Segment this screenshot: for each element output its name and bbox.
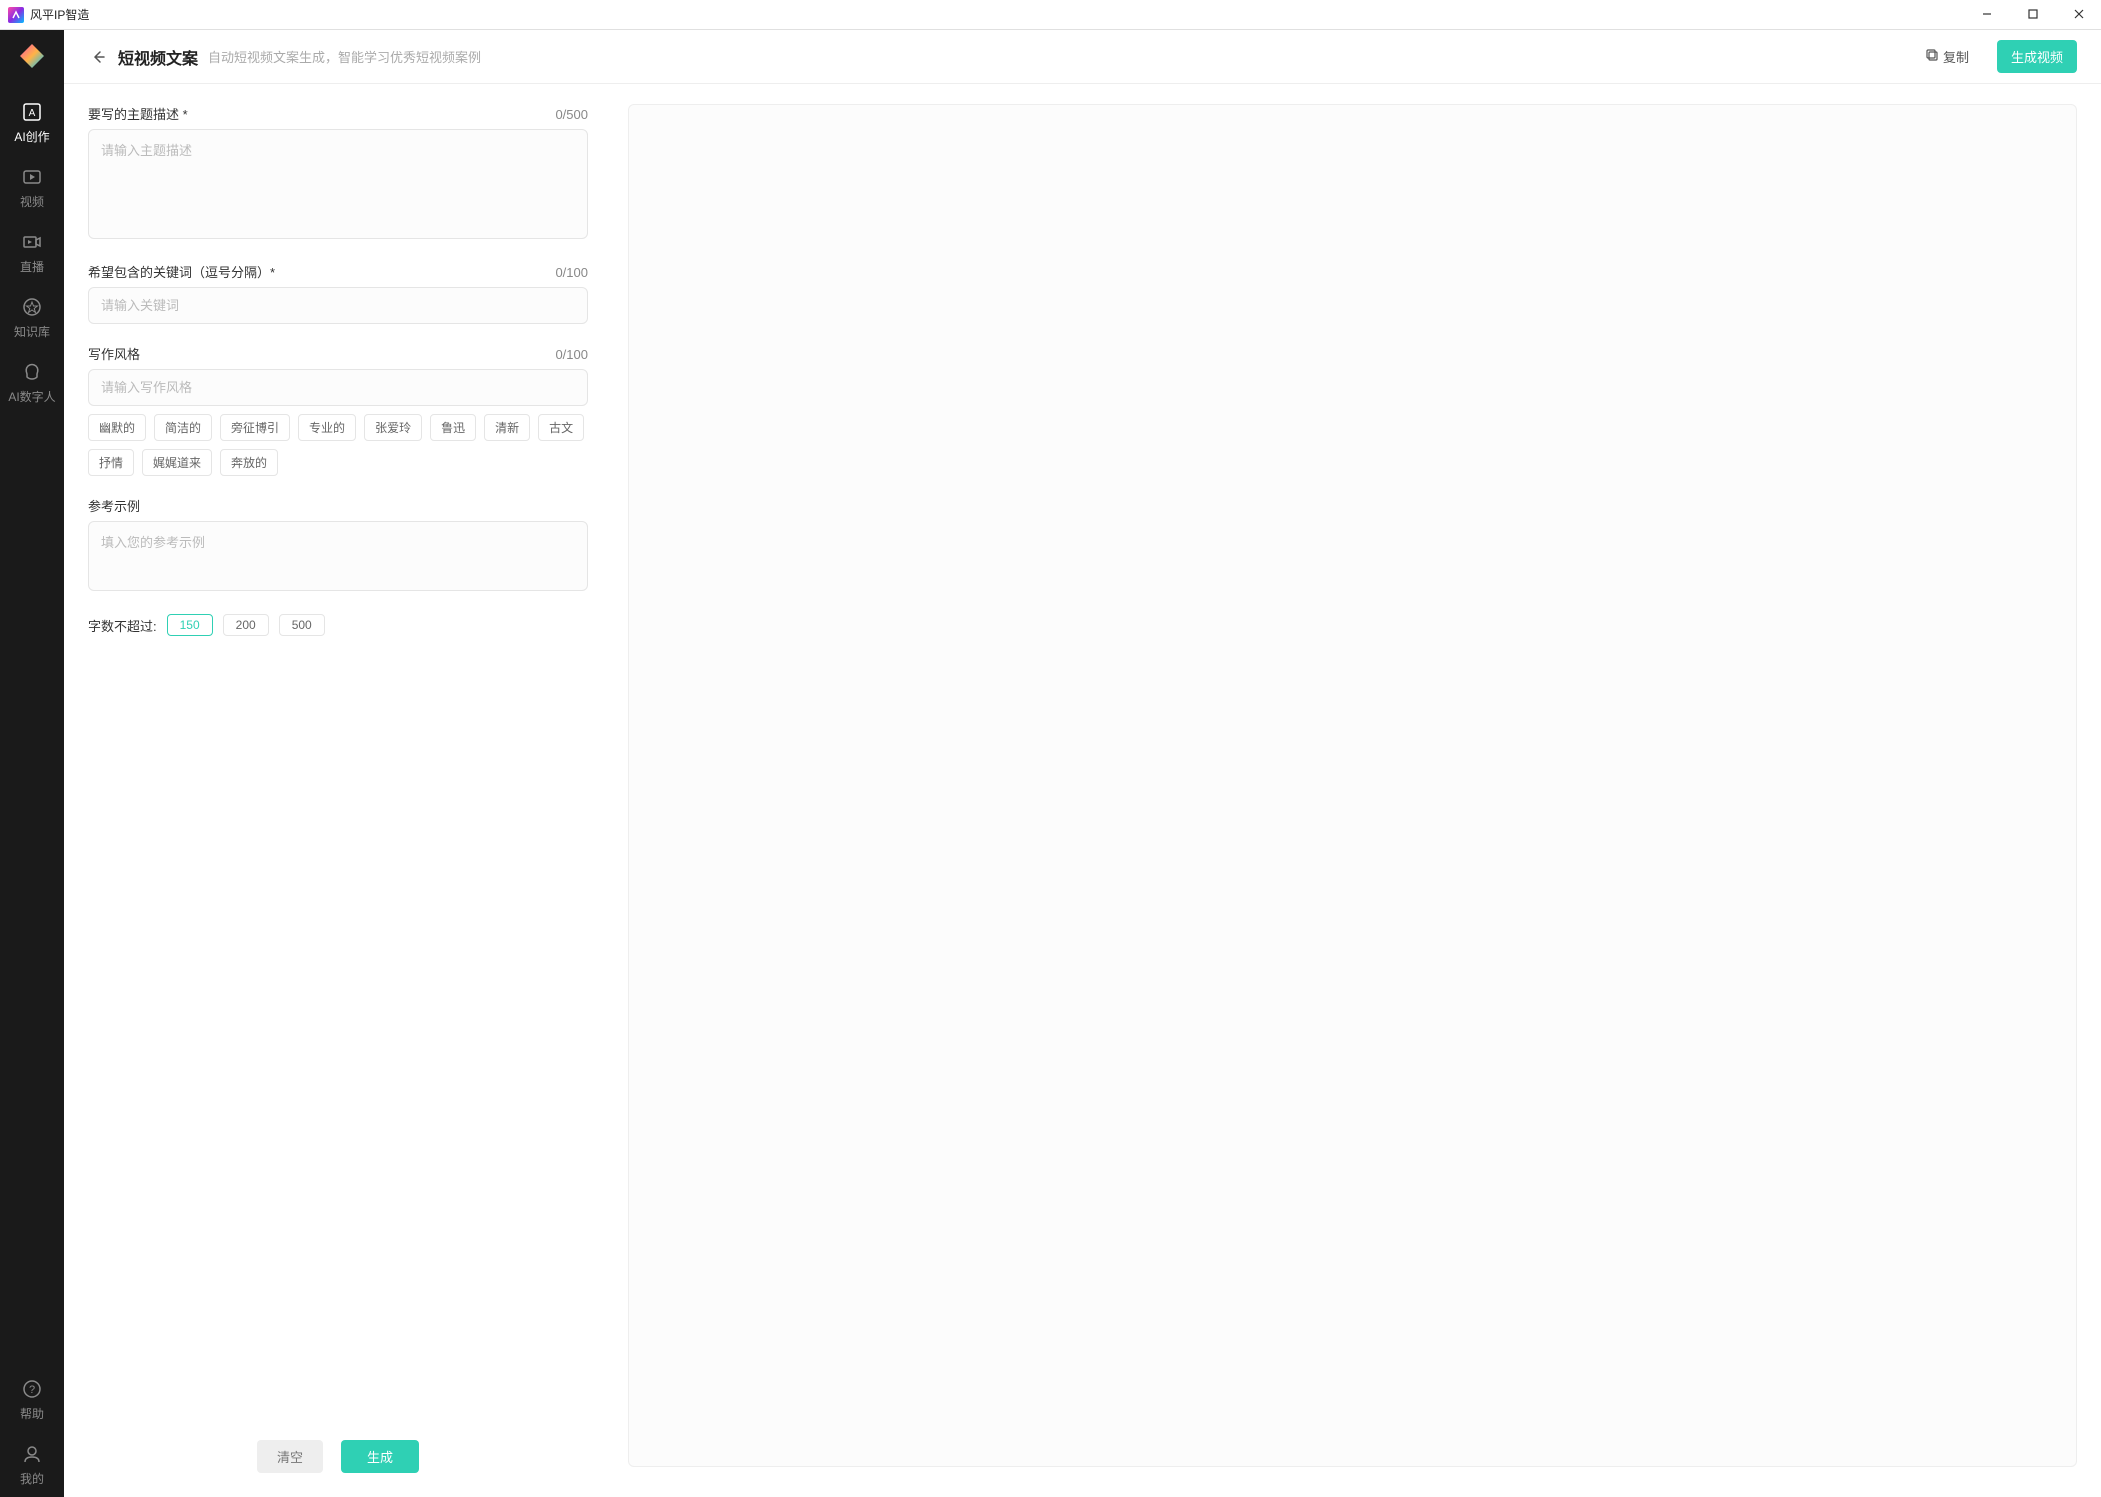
- back-arrow-icon[interactable]: [88, 47, 108, 67]
- window-controls: [1973, 7, 2093, 23]
- style-tag[interactable]: 清新: [484, 414, 530, 441]
- wordlimit-option[interactable]: 150: [167, 614, 213, 636]
- style-tag[interactable]: 鲁迅: [430, 414, 476, 441]
- style-tag[interactable]: 张爱玲: [364, 414, 422, 441]
- ai-create-icon: A: [20, 100, 44, 124]
- sidebar-item-label: AI创作: [14, 128, 49, 145]
- keywords-input[interactable]: [88, 287, 588, 324]
- wordlimit-option[interactable]: 500: [279, 614, 325, 636]
- sidebar-item-ai-avatar[interactable]: AI数字人: [0, 350, 64, 415]
- example-group: 参考示例: [88, 496, 588, 594]
- topic-input[interactable]: [88, 129, 588, 239]
- output-panel: [628, 104, 2077, 1467]
- window-close-icon[interactable]: [2065, 7, 2093, 23]
- style-tag[interactable]: 专业的: [298, 414, 356, 441]
- sidebar-item-label: 视频: [20, 193, 44, 210]
- app-logo-icon: [8, 7, 24, 23]
- app-name: 风平IP智造: [30, 6, 89, 23]
- video-icon: [20, 165, 44, 189]
- page-subtitle: 自动短视频文案生成，智能学习优秀短视频案例: [208, 47, 481, 66]
- style-tag[interactable]: 抒情: [88, 449, 134, 476]
- svg-text:?: ?: [29, 1384, 35, 1396]
- wordlimit-label: 字数不超过:: [88, 616, 157, 635]
- copy-icon: [1925, 48, 1939, 65]
- topic-count: 0/500: [555, 107, 588, 122]
- sidebar-item-profile[interactable]: 我的: [0, 1432, 64, 1497]
- sidebar-item-label: 知识库: [14, 323, 50, 340]
- copy-label: 复制: [1943, 47, 1969, 66]
- head-icon: [20, 360, 44, 384]
- clear-button[interactable]: 清空: [257, 1440, 323, 1473]
- style-group: 写作风格 0/100 幽默的 简洁的 旁征博引 专业的 张爱玲 鲁迅 清新: [88, 344, 588, 476]
- style-tag[interactable]: 奔放的: [220, 449, 278, 476]
- sidebar-item-label: AI数字人: [8, 388, 55, 405]
- keywords-group: 希望包含的关键词（逗号分隔）* 0/100: [88, 262, 588, 324]
- user-icon: [20, 1442, 44, 1466]
- sidebar-item-label: 我的: [20, 1470, 44, 1487]
- example-input[interactable]: [88, 521, 588, 591]
- style-label: 写作风格: [88, 344, 140, 363]
- sidebar-item-label: 帮助: [20, 1405, 44, 1422]
- sidebar: A AI创作 视频 直播 知识库 AI数字人: [0, 30, 64, 1497]
- live-icon: [20, 230, 44, 254]
- generate-video-button[interactable]: 生成视频: [1997, 40, 2077, 73]
- style-tag[interactable]: 旁征博引: [220, 414, 290, 441]
- titlebar-left: 风平IP智造: [8, 6, 89, 23]
- wordlimit-option[interactable]: 200: [223, 614, 269, 636]
- example-label: 参考示例: [88, 496, 140, 515]
- style-tags: 幽默的 简洁的 旁征博引 专业的 张爱玲 鲁迅 清新 古文 抒情 娓娓道来 奔放…: [88, 414, 588, 476]
- style-tag[interactable]: 娓娓道来: [142, 449, 212, 476]
- copy-button[interactable]: 复制: [1917, 43, 1977, 70]
- sidebar-item-help[interactable]: ? 帮助: [0, 1367, 64, 1432]
- keywords-label: 希望包含的关键词（逗号分隔）*: [88, 262, 275, 281]
- sidebar-logo-icon: [16, 40, 48, 72]
- wordlimit-group: 字数不超过: 150 200 500: [88, 614, 588, 636]
- style-tag[interactable]: 古文: [538, 414, 584, 441]
- sidebar-item-knowledge[interactable]: 知识库: [0, 285, 64, 350]
- help-icon: ?: [20, 1377, 44, 1401]
- window-minimize-icon[interactable]: [1973, 7, 2001, 23]
- keywords-count: 0/100: [555, 265, 588, 280]
- style-count: 0/100: [555, 347, 588, 362]
- action-row: 清空 生成: [88, 1426, 588, 1477]
- window-maximize-icon[interactable]: [2019, 7, 2047, 23]
- generate-button[interactable]: 生成: [341, 1440, 419, 1473]
- page-header: 短视频文案 自动短视频文案生成，智能学习优秀短视频案例 复制 生成视频: [64, 30, 2101, 84]
- sidebar-item-ai-create[interactable]: A AI创作: [0, 90, 64, 155]
- style-input[interactable]: [88, 369, 588, 406]
- svg-text:A: A: [29, 108, 36, 119]
- titlebar: 风平IP智造: [0, 0, 2101, 30]
- sidebar-item-label: 直播: [20, 258, 44, 275]
- style-tag[interactable]: 幽默的: [88, 414, 146, 441]
- star-icon: [20, 295, 44, 319]
- page-title: 短视频文案: [118, 45, 198, 69]
- topic-label: 要写的主题描述 *: [88, 104, 188, 123]
- sidebar-item-live[interactable]: 直播: [0, 220, 64, 285]
- topic-group: 要写的主题描述 * 0/500: [88, 104, 588, 242]
- style-tag[interactable]: 简洁的: [154, 414, 212, 441]
- sidebar-item-video[interactable]: 视频: [0, 155, 64, 220]
